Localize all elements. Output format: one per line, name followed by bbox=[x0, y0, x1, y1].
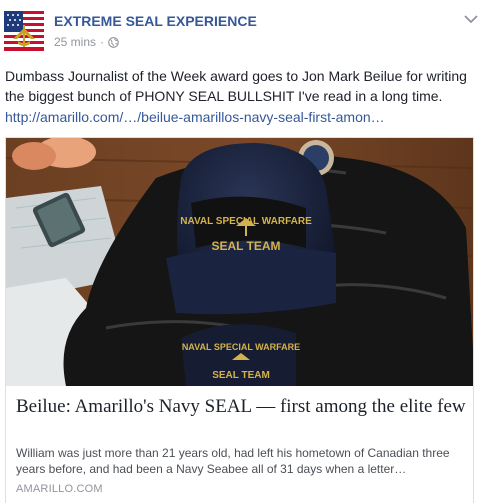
facebook-post: EXTREME SEAL EXPERIENCE 25 mins · Dumbas… bbox=[0, 0, 487, 503]
cap-embroidery-bottom: SEAL TEAM bbox=[211, 239, 280, 253]
patch-embroidery-top: NAVAL SPECIAL WARFARE bbox=[182, 342, 300, 352]
link-preview-description: William was just more than 21 years old,… bbox=[16, 446, 450, 476]
patch-embroidery-bottom: SEAL TEAM bbox=[212, 370, 270, 381]
page-name-link[interactable]: EXTREME SEAL EXPERIENCE bbox=[54, 13, 257, 29]
navy-seal-cap-photo: NAVAL SPECIAL WARFARE SEAL TEAM NAVAL SP… bbox=[6, 138, 473, 386]
link-preview-card[interactable]: NAVAL SPECIAL WARFARE SEAL TEAM NAVAL SP… bbox=[5, 137, 474, 503]
page-avatar[interactable] bbox=[4, 11, 44, 51]
meta-separator: · bbox=[100, 35, 105, 49]
link-preview-image[interactable]: NAVAL SPECIAL WARFARE SEAL TEAM NAVAL SP… bbox=[6, 138, 473, 386]
post-timestamp[interactable]: 25 mins bbox=[54, 35, 96, 49]
chevron-down-icon[interactable] bbox=[464, 14, 478, 24]
link-preview-title[interactable]: Beilue: Amarillo's Navy SEAL — first amo… bbox=[16, 396, 466, 418]
post-message: Dumbass Journalist of the Week award goe… bbox=[5, 68, 467, 104]
flag-seal-avatar-icon bbox=[4, 11, 44, 51]
post-meta: 25 mins · bbox=[54, 35, 119, 49]
post-shared-link[interactable]: http://amarillo.com/…/beilue-amarillos-n… bbox=[5, 109, 385, 125]
link-preview-domain: AMARILLO.COM bbox=[16, 483, 103, 495]
globe-icon[interactable] bbox=[108, 36, 119, 48]
